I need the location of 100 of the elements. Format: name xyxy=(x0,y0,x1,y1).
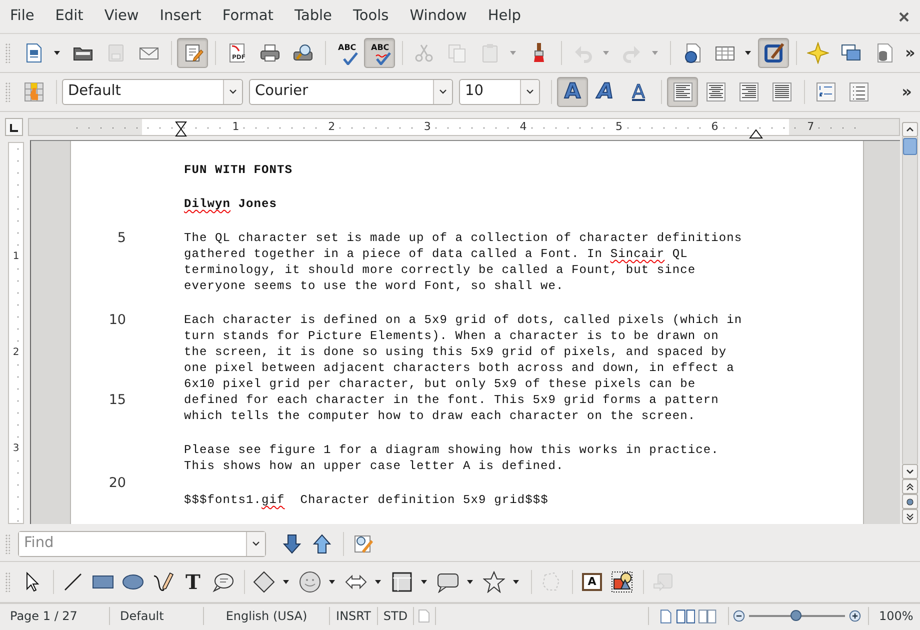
menu-item[interactable]: Tools xyxy=(344,6,397,28)
caret-icon xyxy=(509,49,517,57)
align-left-icon xyxy=(672,81,694,103)
text-line: Dilwyn Jones xyxy=(184,196,278,212)
down-arrow-icon xyxy=(281,532,303,554)
caret-icon xyxy=(602,49,610,57)
caret-icon xyxy=(282,578,290,586)
caret-icon xyxy=(374,578,382,586)
styles-grid-icon xyxy=(22,81,44,103)
draw-functions-button[interactable] xyxy=(758,38,789,68)
brush-frame-icon xyxy=(762,42,784,64)
menu-item[interactable]: View xyxy=(96,6,147,28)
caret-icon xyxy=(651,49,659,57)
grid-square-icon xyxy=(391,571,413,593)
scissors-icon xyxy=(412,42,434,64)
plus-icon xyxy=(849,609,861,623)
text-button[interactable]: T xyxy=(179,568,207,596)
menu-item[interactable]: Table xyxy=(286,6,340,28)
underline-button[interactable]: A xyxy=(623,77,654,107)
menu-item[interactable]: Insert xyxy=(152,6,210,28)
caret-icon xyxy=(328,578,336,586)
caret-icon xyxy=(512,578,520,586)
caret-icon xyxy=(420,578,428,586)
chevron-icon xyxy=(439,89,447,95)
menu-item[interactable]: Window xyxy=(402,6,475,28)
smiley-icon xyxy=(299,571,321,593)
more-tools-button[interactable]: » xyxy=(901,41,920,65)
chevron-up-icon xyxy=(906,126,914,133)
text-line: Please see figure 1 for a diagram showing how this works in practice. xyxy=(184,442,719,458)
text-line: the screen, it is done so using this 5x9 grid of pixels, and spaced by xyxy=(184,344,727,360)
menu-item[interactable]: Help xyxy=(480,6,529,28)
chevron-icon xyxy=(252,540,260,546)
star-icon xyxy=(483,571,505,593)
close-icon xyxy=(897,10,911,24)
justify-icon xyxy=(770,81,792,103)
text-line: everyone seems to use the word Font, so shall we. xyxy=(184,278,564,294)
font-size-field[interactable]: 10 xyxy=(460,80,520,104)
text-line: $$$fonts1.gif Character definition 5x9 grid$$$ xyxy=(184,492,548,508)
align-center-icon xyxy=(704,81,726,103)
align-right-icon xyxy=(738,81,760,103)
caret-icon xyxy=(53,49,61,57)
tab-stop-button[interactable] xyxy=(5,118,23,136)
shapes-icon xyxy=(611,571,633,593)
diamond-icon xyxy=(253,571,275,593)
navigation-button[interactable] xyxy=(902,494,918,509)
paragraph-style-box[interactable]: Default xyxy=(62,79,243,105)
next-page-button[interactable] xyxy=(902,509,918,524)
scroll-down-button[interactable] xyxy=(902,464,918,479)
paragraph-style-field[interactable]: Default xyxy=(63,80,223,104)
book-view-icon xyxy=(698,608,718,624)
double-up-icon xyxy=(906,482,914,490)
page-style: Default xyxy=(110,607,204,625)
menu-item[interactable]: Edit xyxy=(47,6,92,28)
line-number: 10 xyxy=(108,312,126,328)
insert-mode: INSRT xyxy=(330,607,378,625)
copy-icon xyxy=(446,42,468,64)
menu-item[interactable]: Format xyxy=(214,6,282,28)
scrollbar-thumb[interactable] xyxy=(903,138,917,155)
up-arrow-icon xyxy=(311,532,333,554)
find-box[interactable]: Find xyxy=(18,530,266,556)
edit-mode-button[interactable] xyxy=(177,38,208,68)
zoom-percentage: 100% xyxy=(878,608,914,625)
numbered-list-icon xyxy=(814,81,836,103)
two-pages-icon xyxy=(676,608,696,624)
sparkle-icon xyxy=(806,42,828,64)
font-size-box[interactable]: 10 xyxy=(459,79,540,105)
fontwork-button[interactable]: A xyxy=(578,568,606,596)
magnifier-pencil-icon xyxy=(352,532,374,554)
pencil-curve-icon xyxy=(152,571,174,593)
bulleted-list-icon xyxy=(848,81,870,103)
chevron-icon xyxy=(229,89,237,95)
auto-spelling-button[interactable]: ABC xyxy=(364,38,395,68)
line-number: 5 xyxy=(116,230,126,246)
page-number: Page 1 / 27 xyxy=(0,607,110,625)
printer-icon xyxy=(258,42,280,64)
speech-bubble-icon xyxy=(437,571,459,593)
more-tools-button[interactable]: » xyxy=(898,80,916,104)
tab-stop-icon xyxy=(9,122,19,132)
speech-bubble-icon xyxy=(212,571,234,593)
scroll-up-button[interactable] xyxy=(902,122,918,137)
text-line: The QL character set is made up of a collection of character definitions xyxy=(184,230,742,246)
line-number: 20 xyxy=(108,475,126,491)
text-line: gathered together in a piece of data called a Font. In Sincair QL xyxy=(184,246,688,262)
font-name-box[interactable]: Courier xyxy=(249,79,453,105)
line-icon xyxy=(62,571,84,593)
text-line: one pixel between adjacent characters both across and down, in effect a xyxy=(184,360,734,376)
align-left-button[interactable] xyxy=(667,77,698,107)
spelling-button[interactable]: ABC xyxy=(331,38,362,68)
selection-mode: STD xyxy=(378,607,414,625)
italic-button[interactable]: A xyxy=(590,77,621,107)
zoom-slider-thumb[interactable] xyxy=(790,610,802,620)
wavy-tick-icon xyxy=(375,52,391,65)
text-line: which tells the computer how to draw each character on the screen. xyxy=(184,408,696,424)
chevron-down-icon xyxy=(906,468,914,475)
previous-page-button[interactable] xyxy=(902,479,918,494)
line-number: 15 xyxy=(108,392,126,408)
text-line: Each character is defined on a 5x9 grid of dots, called pixels (which in xyxy=(184,312,742,328)
menu-item[interactable]: File xyxy=(2,6,42,28)
text-line: FUN WITH FONTS xyxy=(184,162,293,178)
font-name-field[interactable]: Courier xyxy=(250,80,433,104)
